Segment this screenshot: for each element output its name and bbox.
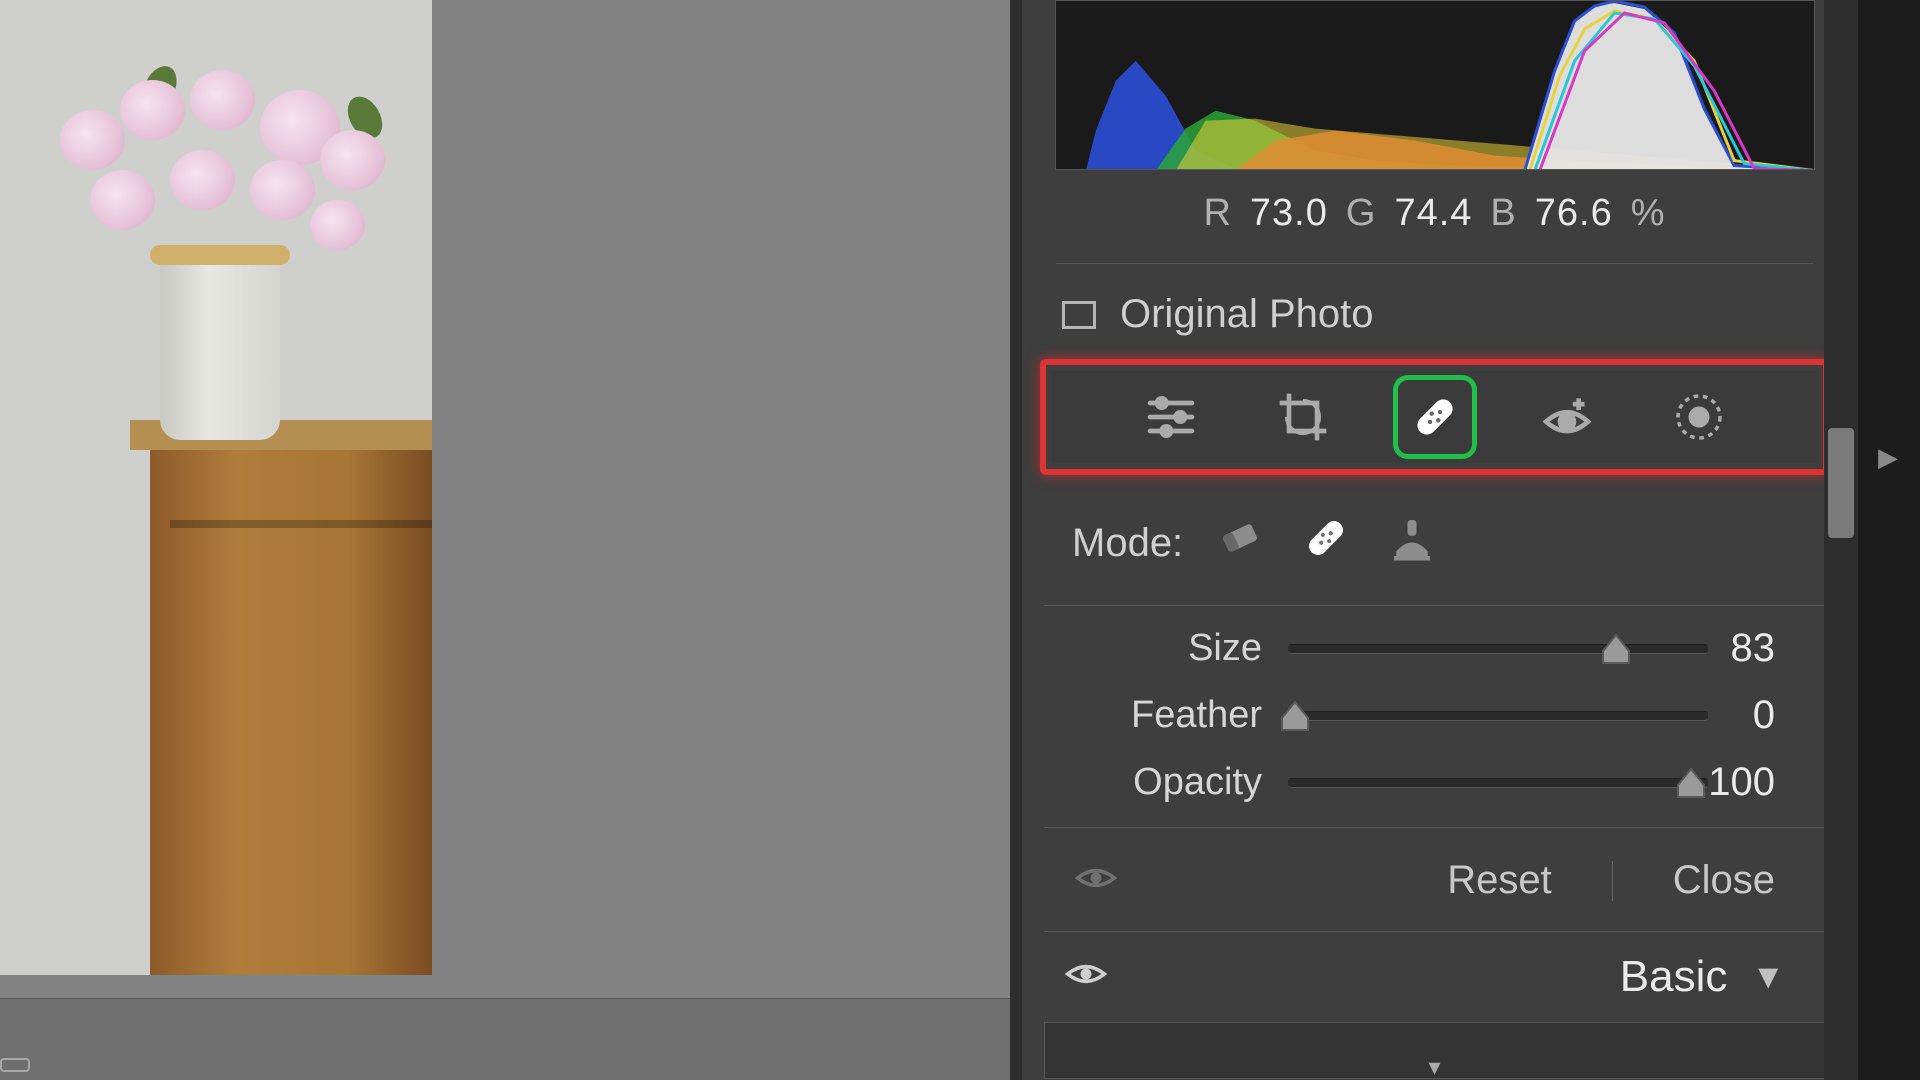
histogram[interactable]	[1055, 0, 1815, 170]
opacity-slider[interactable]	[1288, 778, 1708, 788]
collapse-arrow-icon[interactable]: ▶	[1878, 442, 1920, 473]
develop-panel: R 73.0 G 74.4 B 76.6 % Original Photo	[1022, 0, 1858, 1080]
pct-label: %	[1631, 192, 1666, 235]
mode-label: Mode:	[1072, 521, 1183, 566]
panel-scrollbar-track[interactable]	[1824, 0, 1858, 1080]
b-value: 76.6	[1535, 192, 1613, 235]
opacity-value[interactable]: 100	[1708, 760, 1781, 805]
separator	[1612, 861, 1613, 901]
mask-icon	[1671, 389, 1727, 445]
redeye-icon	[1539, 389, 1595, 445]
edit-tool[interactable]	[1140, 386, 1202, 448]
healing-tool[interactable]	[1404, 386, 1466, 448]
sliders-icon	[1143, 389, 1199, 445]
filmstrip-bar	[0, 998, 1010, 1080]
mode-eraser[interactable]	[1213, 511, 1267, 575]
feather-slider-knob[interactable]	[1280, 700, 1310, 732]
app-root: R 73.0 G 74.4 B 76.6 % Original Photo	[0, 0, 1920, 1080]
b-label: B	[1490, 192, 1516, 235]
visibility-toggle-dim[interactable]	[1074, 860, 1118, 905]
clone-stamp-icon	[1385, 511, 1439, 565]
masking-tool[interactable]	[1668, 386, 1730, 448]
original-photo-checkbox[interactable]	[1062, 301, 1096, 329]
close-link[interactable]: Close	[1673, 858, 1775, 903]
eraser-icon	[1213, 511, 1267, 565]
g-value: 74.4	[1394, 192, 1472, 235]
mode-row: Mode:	[1032, 475, 1837, 585]
opacity-label: Opacity	[1088, 761, 1288, 804]
original-photo-label: Original Photo	[1120, 292, 1373, 337]
expand-arrow-icon[interactable]: ▾	[1428, 1053, 1440, 1080]
g-label: G	[1346, 192, 1377, 235]
tool-strip	[1052, 371, 1817, 463]
size-label: Size	[1088, 627, 1288, 670]
feather-label: Feather	[1088, 694, 1288, 737]
basic-panel-header[interactable]: Basic ▼	[1044, 931, 1825, 1023]
photo-preview	[0, 0, 432, 975]
reset-link[interactable]: Reset	[1447, 858, 1552, 903]
size-value[interactable]: 83	[1708, 626, 1781, 671]
r-value: 73.0	[1250, 192, 1328, 235]
filmstrip-handle[interactable]	[0, 1058, 30, 1072]
rgb-readout: R 73.0 G 74.4 B 76.6 %	[1032, 192, 1837, 235]
eye-icon	[1064, 957, 1108, 991]
panel-scrollbar-thumb[interactable]	[1828, 428, 1854, 538]
divider	[1056, 263, 1813, 264]
crop-icon	[1275, 389, 1331, 445]
basic-visibility-toggle[interactable]	[1064, 952, 1108, 1002]
r-label: R	[1203, 192, 1231, 235]
reset-close-row: Reset Close	[1044, 827, 1825, 931]
redeye-tool[interactable]	[1536, 386, 1598, 448]
basic-title: Basic	[1620, 952, 1728, 1002]
tool-strip-highlight	[1040, 359, 1829, 475]
right-edge-strip: ▶	[1858, 0, 1920, 1080]
image-canvas[interactable]	[0, 0, 1010, 1080]
healing-bandage-icon	[1407, 389, 1463, 445]
size-slider[interactable]	[1288, 644, 1708, 654]
mode-clone[interactable]	[1385, 511, 1439, 575]
eye-icon	[1074, 861, 1118, 895]
mode-heal[interactable]	[1299, 511, 1353, 575]
chevron-down-icon: ▼	[1751, 958, 1785, 997]
panel-gutter	[1010, 0, 1022, 1080]
opacity-slider-knob[interactable]	[1676, 767, 1706, 799]
canvas-background	[0, 0, 1010, 998]
feather-value[interactable]: 0	[1708, 693, 1781, 738]
feather-slider[interactable]	[1288, 711, 1708, 721]
crop-tool[interactable]	[1272, 386, 1334, 448]
size-slider-knob[interactable]	[1601, 633, 1631, 665]
brush-sliders: Size 83 Feather 0	[1044, 605, 1825, 805]
healing-bandage-icon	[1299, 511, 1353, 565]
basic-panel-body: ▾	[1044, 1023, 1825, 1079]
